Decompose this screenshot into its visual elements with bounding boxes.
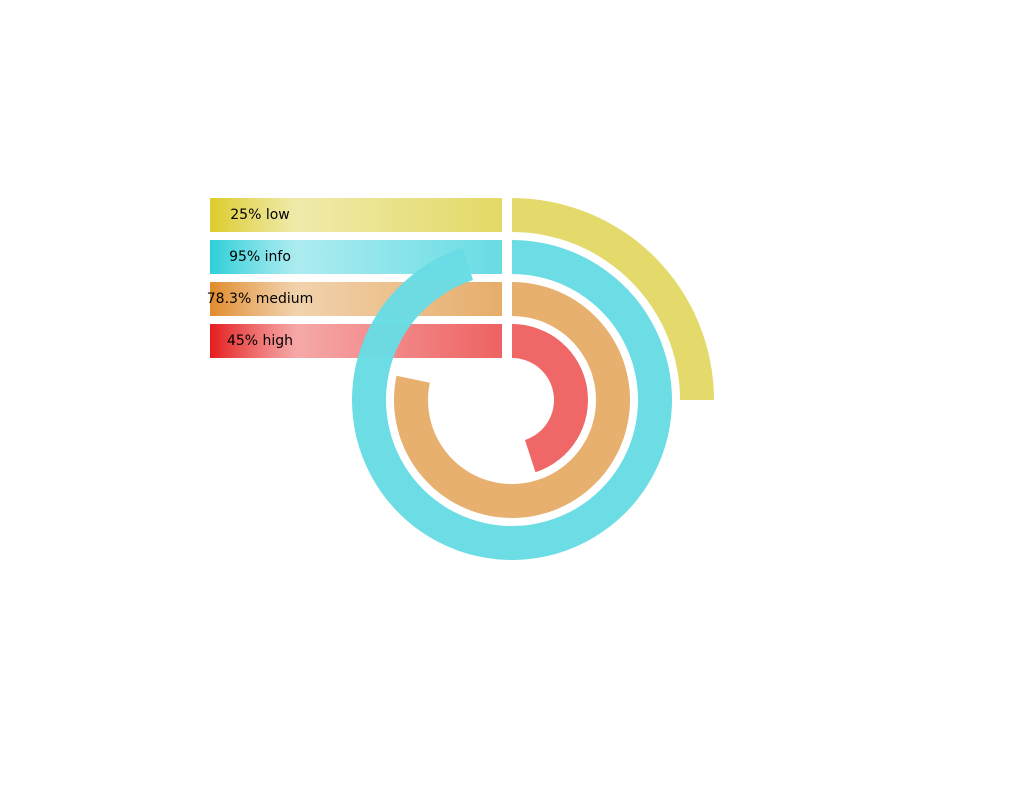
- label-25-low: 25% low: [230, 207, 289, 223]
- radial-bar-chart: 25% low 95% info 78.3% medium 45% high: [207, 198, 714, 560]
- label-78-3-medium: 78.3% medium: [207, 291, 313, 307]
- label-95-info: 95% info: [229, 249, 291, 265]
- arc-78-3-medium: [394, 282, 630, 518]
- label-45-high: 45% high: [227, 333, 293, 349]
